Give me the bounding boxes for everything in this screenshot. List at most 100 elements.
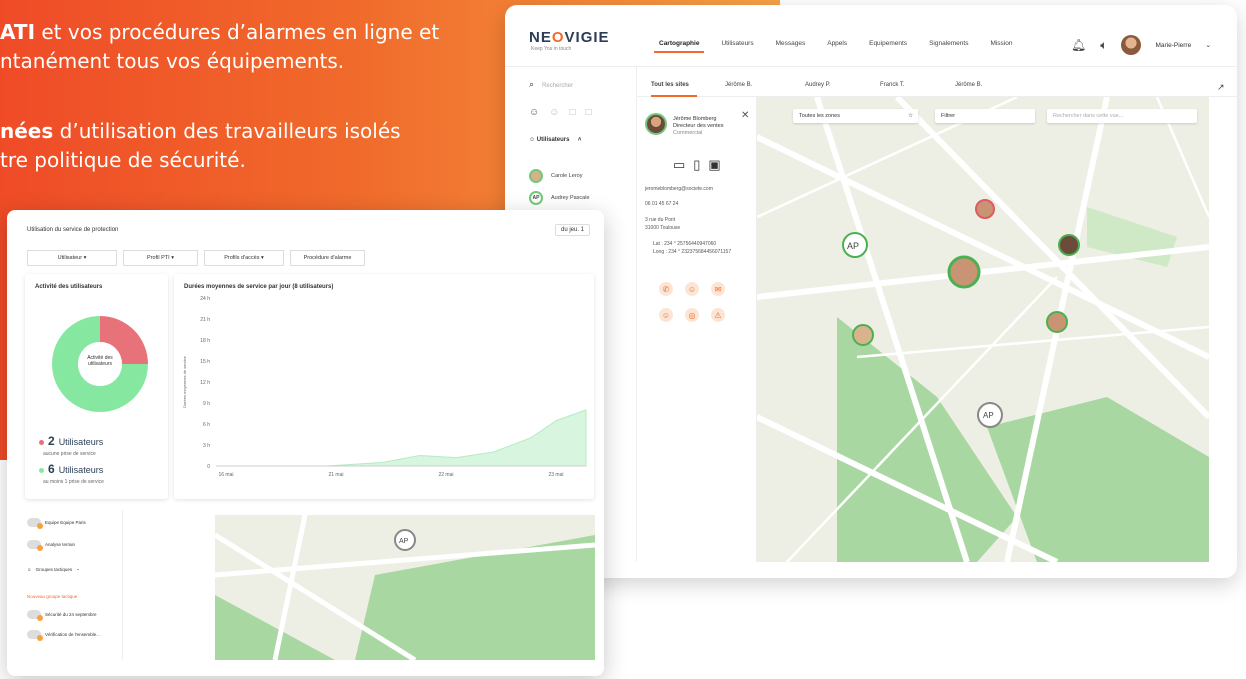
call-icon[interactable]: ✆ (659, 282, 673, 296)
tab-audrey[interactable]: Audrey P. (805, 82, 831, 88)
duration-chart: 0 3 h 6 h 9 h 12 h 15 h 18 h 21 h 24 h Durées moy… (182, 296, 587, 478)
top-icons: 🔔︎ 🔈︎ Marie-Pierre ⌄ (1071, 35, 1211, 55)
site-tabs: Tout les sites Jérôme B. Audrey P. Franc… (637, 67, 1237, 97)
nav-messages[interactable]: Messages (765, 40, 817, 47)
y-tick-label: 18 h (200, 338, 210, 344)
user-address-1: 3 rue du Pont (645, 217, 676, 223)
map-search-input[interactable]: Rechercher dans cette vue... (1047, 109, 1197, 123)
nav-signalements[interactable]: Signalements (918, 40, 979, 47)
svg-text:AP: AP (847, 241, 859, 251)
legend-sub: au moins 1 prise de service (43, 479, 104, 485)
group-item[interactable]: Analyse terrain (27, 540, 75, 551)
group-icon[interactable]: ☺ (549, 107, 559, 118)
bell-icon[interactable]: 🔔︎ (1071, 38, 1086, 52)
tagline: Keep You in touch (531, 46, 572, 52)
user-avatar (529, 169, 543, 183)
users-icon[interactable]: ☺ (685, 282, 699, 296)
group-icon: ☺ (27, 566, 32, 572)
group-icon (27, 540, 43, 551)
close-icon[interactable]: ✕ (741, 110, 749, 121)
tab-franck[interactable]: Franck T. (880, 82, 905, 88)
avatar[interactable] (1121, 35, 1142, 55)
chevron-down-icon: ⌄ (76, 566, 80, 571)
user-address-2: 31000 Toulouse (645, 225, 681, 231)
donut-center-label: Activité des utilisateurs (87, 355, 113, 367)
nav-equipements[interactable]: Equipements (858, 40, 918, 47)
message-icon[interactable]: ✉ (711, 282, 725, 296)
analytics-sidebar: Equipe Equipe Paris Analyse terrain ☺ Gro… (27, 510, 123, 660)
user-lat: Lat : 234 ° 25756440947060 (653, 241, 717, 247)
locate-icon[interactable]: ◎ (685, 308, 699, 322)
user-phone[interactable]: 06 01 45 67 24 (645, 201, 678, 208)
filter-profils-acces[interactable]: Profils d'accès ▾ (204, 250, 284, 266)
users-icon[interactable]: ☺ (529, 107, 539, 118)
legend-dot (39, 468, 44, 473)
map[interactable]: AP AP Toutes les zones ☆ Filtrer Recherch… (757, 97, 1209, 562)
nav-cartographie[interactable]: Cartographie (648, 40, 710, 53)
hero-line-1: ATI et vos procédures d’alarmes en ligne… (0, 20, 440, 44)
expand-icon[interactable]: ↗ (1217, 82, 1225, 93)
sidebar-user[interactable]: AP Audrey Pascale (529, 191, 590, 205)
logo: NEOVIGIE (529, 29, 610, 46)
tab-jerome-2[interactable]: Jérôme B. (955, 82, 982, 88)
user-name[interactable]: Marie-Pierre (1155, 42, 1191, 49)
svg-text:AP: AP (983, 411, 994, 420)
analytics-filters: Utilisateur ▾ Profil PTI ▾ Profils d'acc… (27, 250, 365, 266)
y-tick-label: 21 h (200, 317, 210, 323)
legend-item: 2 Utilisateurs (39, 434, 103, 448)
group-item[interactable]: Sécurité du 24 septembre (27, 610, 97, 621)
filter-utilisateur[interactable]: Utilisateur ▾ (27, 250, 117, 266)
chat-icon[interactable]: □ (585, 107, 591, 118)
svg-text:AP: AP (399, 538, 409, 545)
action-buttons: ✆ ☺ ✉ ☺ ◎ ⚠ (659, 282, 725, 322)
device-icon[interactable]: □ (569, 107, 575, 118)
group-icon (27, 630, 43, 641)
tab-jerome[interactable]: Jérôme B. (725, 82, 752, 88)
analytics-map[interactable]: AP (215, 515, 595, 660)
chevron-up-icon: ˄ (569, 137, 582, 143)
series-area (216, 409, 587, 467)
speaker-icon[interactable]: 🔈︎ (1100, 38, 1107, 53)
filter-procedure-alarme[interactable]: Procédure d'alarme (290, 250, 365, 266)
period-select[interactable]: du jeu. 1 (555, 224, 591, 236)
nav-appels[interactable]: Appels (816, 40, 858, 47)
profile-icon[interactable]: ☺ (659, 308, 673, 322)
group-item[interactable]: Equipe Equipe Paris (27, 518, 86, 529)
sidebar-user[interactable]: Carole Leroy (529, 169, 583, 183)
user-avatar: AP (529, 191, 543, 205)
alert-icon[interactable]: ⚠ (711, 308, 725, 322)
tab-all-sites[interactable]: Tout les sites (651, 82, 689, 88)
analytics-map-roads: AP (215, 515, 595, 660)
zones-select[interactable]: Toutes les zones ☆ (793, 109, 918, 123)
x-tick-label: 21 mai (328, 472, 343, 478)
search-input[interactable]: ⌕ Rechercher (529, 79, 573, 90)
hero-line-3: nées d’utilisation des travailleurs isol… (0, 119, 401, 143)
nav-utilisateurs[interactable]: Utilisateurs (710, 40, 764, 47)
sidebar-section-utilisateurs[interactable]: ☺ Utilisateurs ˄ (529, 137, 581, 143)
y-tick-label: 24 h (200, 296, 210, 302)
map-roads: AP AP (757, 97, 1209, 562)
x-tick-label: 23 mai (548, 472, 563, 478)
star-icon[interactable]: ☆ (908, 113, 913, 119)
chevron-down-icon[interactable]: ⌄ (1205, 41, 1211, 49)
x-tick-label: 16 mai (218, 472, 233, 478)
filter-profil-pti[interactable]: Profil PTI ▾ (123, 250, 198, 266)
y-tick-label: 3 h (203, 443, 210, 449)
new-group-link[interactable]: Nouveau groupe tactique (27, 594, 77, 599)
user-detail-panel: Jérôme Blomberg Directeur des ventes Com… (637, 97, 757, 562)
x-tick-label: 22 mai (438, 472, 453, 478)
y-tick-label: 9 h (203, 401, 210, 407)
group-item[interactable]: Vérification de l'ensemble... (27, 630, 100, 641)
user-email[interactable]: jeromeblomberg@societe.com (645, 186, 713, 193)
nav-mission[interactable]: Mission (979, 40, 1023, 47)
group-section[interactable]: ☺ Groupes tactiques ⌄ (27, 566, 80, 572)
filter-select[interactable]: Filtrer (935, 109, 1035, 123)
group-icon (27, 518, 43, 529)
user-long: Long : 234 ° 232375684456071157 (653, 249, 732, 255)
y-axis-label: Durées moyennes de service (182, 355, 187, 408)
hero-line-2: ntanément tous vos équipements. (0, 49, 345, 73)
hero-line-4: tre politique de sécurité. (0, 148, 246, 172)
user-avatar (645, 113, 667, 135)
user-icon: ☺ (529, 137, 537, 143)
y-tick-label: 15 h (200, 359, 210, 365)
